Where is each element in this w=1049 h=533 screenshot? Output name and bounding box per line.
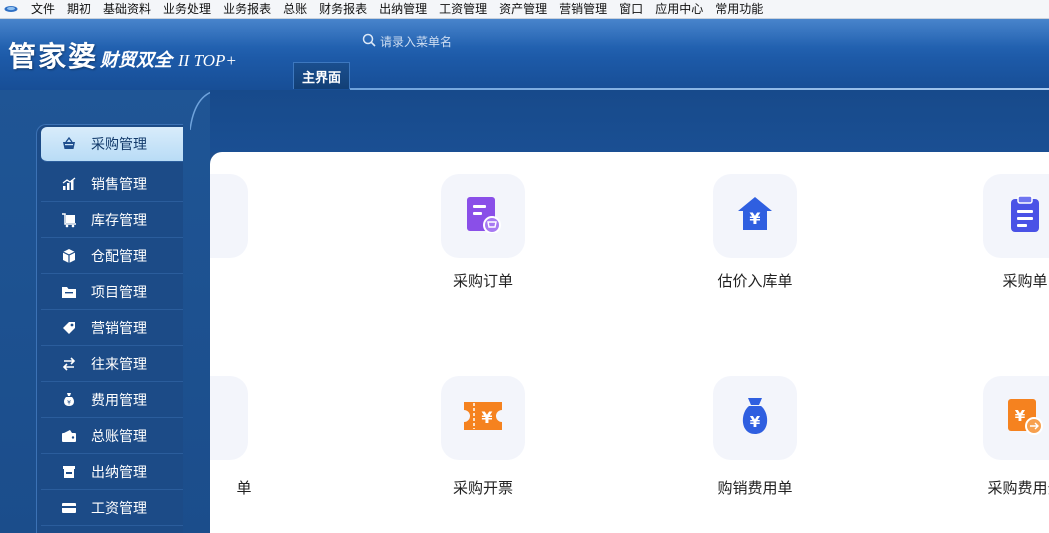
tile-estimated-receipt[interactable]: ¥ xyxy=(713,174,797,258)
sidebar-item-label: 营销管理 xyxy=(91,321,147,337)
sidebar-item-label: 费用管理 xyxy=(91,393,147,409)
menu-search xyxy=(362,33,500,50)
menu-business-reports[interactable]: 业务报表 xyxy=(217,0,277,19)
svg-text:¥: ¥ xyxy=(750,413,761,431)
exchange-arrows-icon xyxy=(61,356,77,372)
menu-general-ledger[interactable]: 总账 xyxy=(277,0,313,19)
menu-cashier[interactable]: 出纳管理 xyxy=(373,0,433,19)
logo-main-text: 管家婆 xyxy=(8,40,99,73)
purchase-order-icon xyxy=(465,195,501,237)
tile-label: 采购订单 xyxy=(452,272,514,290)
cash-register-icon xyxy=(61,464,77,480)
basket-icon xyxy=(61,136,77,152)
menu-app-center[interactable]: 应用中心 xyxy=(649,0,709,19)
tile-purchase-cost-allocation[interactable]: ¥ xyxy=(983,376,1049,460)
folder-icon xyxy=(61,284,77,300)
menu-business[interactable]: 业务处理 xyxy=(157,0,217,19)
menu-common-functions[interactable]: 常用功能 xyxy=(709,0,769,19)
menu-file[interactable]: 文件 xyxy=(25,0,61,19)
tag-icon xyxy=(61,320,77,336)
sidebar-item-warehouse-distribution[interactable]: 仓配管理 xyxy=(41,239,183,274)
tile-label: 采购费用分 xyxy=(987,479,1049,497)
tile-label: 采购单 xyxy=(1002,272,1048,290)
menu-marketing[interactable]: 营销管理 xyxy=(553,0,613,19)
inventory-cart-icon xyxy=(61,212,77,228)
content-top-band xyxy=(210,90,1049,152)
sidebar-item-cashier[interactable]: 出纳管理 xyxy=(41,455,183,490)
menu-window[interactable]: 窗口 xyxy=(613,0,649,19)
sidebar-item-label: 采购管理 xyxy=(91,137,147,153)
sidebar-item-label: 库存管理 xyxy=(91,213,147,229)
tile-purchase-invoice[interactable]: ¥ xyxy=(441,376,525,460)
sidebar-item-marketing[interactable]: 营销管理 xyxy=(41,311,183,346)
sidebar-item-payroll[interactable]: 工资管理 xyxy=(41,491,183,526)
menu-payroll[interactable]: 工资管理 xyxy=(433,0,493,19)
package-box-icon xyxy=(61,248,77,264)
tile-label: 购销费用单 xyxy=(717,479,793,497)
svg-text:¥: ¥ xyxy=(67,400,71,407)
main-function-panel: 采购订单 ¥ 估价入库单 采购单 单 ¥ 采购开票 ¥ 购销费用单 ¥ 采购费用 xyxy=(210,152,1049,533)
tile-label: 单 xyxy=(236,479,252,497)
menu-basic-data[interactable]: 基础资料 xyxy=(97,0,157,19)
partial-tile-left-row2[interactable] xyxy=(210,376,248,460)
sidebar-item-label: 项目管理 xyxy=(91,285,147,301)
sidebar-item-purchase[interactable]: 采购管理 xyxy=(41,127,183,162)
menu-bar: 文件 期初 基础资料 业务处理 业务报表 总账 财务报表 出纳管理 工资管理 资… xyxy=(0,0,1049,19)
partial-tile-left-row1[interactable] xyxy=(210,174,248,258)
tile-label: 采购开票 xyxy=(452,479,514,497)
money-bag-icon: ¥ xyxy=(61,392,77,408)
card-icon xyxy=(61,500,77,516)
search-input[interactable] xyxy=(380,34,500,49)
menu-opening[interactable]: 期初 xyxy=(61,0,97,19)
sidebar-item-label: 出纳管理 xyxy=(91,465,147,481)
logo-version-text: II TOP+ xyxy=(178,51,237,70)
sidebar-item-label: 总账管理 xyxy=(91,429,147,445)
menu-financial-reports[interactable]: 财务报表 xyxy=(313,0,373,19)
clipboard-icon xyxy=(1008,194,1042,238)
search-icon[interactable] xyxy=(362,33,376,50)
sidebar-item-inventory[interactable]: 库存管理 xyxy=(41,203,183,238)
sidebar-item-label: 仓配管理 xyxy=(91,249,147,265)
cost-allocation-icon: ¥ xyxy=(1006,396,1044,440)
invoice-ticket-icon: ¥ xyxy=(462,399,504,437)
menu-assets[interactable]: 资产管理 xyxy=(493,0,553,19)
tile-purchase-bill[interactable] xyxy=(983,174,1049,258)
header-banner: 管家婆 财贸双全 II TOP+ 主界面 xyxy=(0,19,1049,90)
sidebar-item-label: 工资管理 xyxy=(91,501,147,517)
sidebar-item-expenses[interactable]: ¥ 费用管理 xyxy=(41,383,183,418)
tile-purchase-order[interactable] xyxy=(441,174,525,258)
svg-text:¥: ¥ xyxy=(749,209,760,228)
brand-logo: 管家婆 财贸双全 II TOP+ xyxy=(8,35,237,75)
sidebar-item-accounts[interactable]: 往来管理 xyxy=(41,347,183,382)
wallet-icon xyxy=(61,428,77,444)
sidebar-item-sales[interactable]: 销售管理 xyxy=(41,167,183,202)
sales-chart-icon xyxy=(61,176,77,192)
app-logo-icon[interactable] xyxy=(3,0,19,19)
sidebar-item-label: 往来管理 xyxy=(91,357,147,373)
svg-text:¥: ¥ xyxy=(1015,407,1026,425)
sidebar-item-label: 销售管理 xyxy=(91,177,147,193)
tile-label: 估价入库单 xyxy=(717,272,793,290)
tab-main[interactable]: 主界面 xyxy=(293,62,350,89)
sidebar-item-general-ledger[interactable]: 总账管理 xyxy=(41,419,183,454)
money-bag-yuan-icon: ¥ xyxy=(736,396,774,440)
tile-purchase-sales-expense[interactable]: ¥ xyxy=(713,376,797,460)
sidebar-item-projects[interactable]: 项目管理 xyxy=(41,275,183,310)
logo-sub-text: 财贸双全 xyxy=(100,50,173,71)
sidebar-nav: 采购管理 销售管理 库存管理 仓配管理 项目管理 营销管理 往来管理 ¥ 费用管… xyxy=(36,124,183,533)
warehouse-yuan-icon: ¥ xyxy=(735,195,775,237)
svg-text:¥: ¥ xyxy=(481,408,492,427)
